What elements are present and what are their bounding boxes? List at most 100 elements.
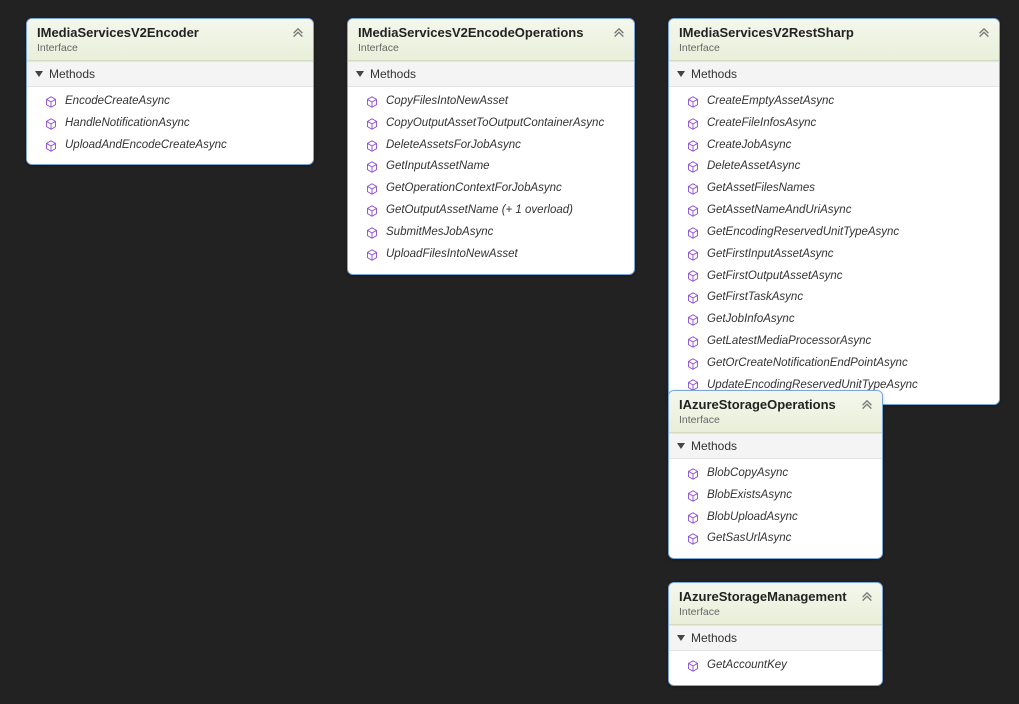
method-label: GetAccountKey <box>707 657 787 675</box>
method-label: CopyOutputAssetToOutputContainerAsync <box>386 115 604 133</box>
method-item[interactable]: GetEncodingReservedUnitTypeAsync <box>669 222 999 244</box>
method-item[interactable]: CopyFilesIntoNewAsset <box>348 91 634 113</box>
expand-triangle-icon <box>677 443 685 449</box>
chevron-up-icon[interactable] <box>291 27 305 41</box>
methods-section-header[interactable]: Methods <box>669 625 882 651</box>
method-cube-icon <box>45 96 57 108</box>
method-cube-icon <box>687 490 699 502</box>
method-label: DeleteAssetAsync <box>707 158 800 176</box>
method-item[interactable]: GetAccountKey <box>669 655 882 677</box>
method-item[interactable]: GetInputAssetName <box>348 156 634 178</box>
method-label: EncodeCreateAsync <box>65 93 170 111</box>
section-label: Methods <box>49 67 95 81</box>
chevron-up-icon[interactable] <box>612 27 626 41</box>
method-item[interactable]: CopyOutputAssetToOutputContainerAsync <box>348 113 634 135</box>
section-label: Methods <box>691 67 737 81</box>
class-card-storage-management[interactable]: IAzureStorageManagement Interface Method… <box>668 582 883 686</box>
method-item[interactable]: GetFirstOutputAssetAsync <box>669 266 999 288</box>
method-cube-icon <box>687 96 699 108</box>
method-label: HandleNotificationAsync <box>65 115 190 133</box>
card-title: IMediaServicesV2EncodeOperations <box>358 25 624 40</box>
chevron-up-icon[interactable] <box>860 399 874 413</box>
method-item[interactable]: GetAssetNameAndUriAsync <box>669 200 999 222</box>
method-item[interactable]: GetOrCreateNotificationEndPointAsync <box>669 353 999 375</box>
method-cube-icon <box>366 183 378 195</box>
methods-section-header[interactable]: Methods <box>348 61 634 87</box>
method-item[interactable]: HandleNotificationAsync <box>27 113 313 135</box>
method-label: BlobCopyAsync <box>707 465 788 483</box>
method-item[interactable]: CreateFileInfosAsync <box>669 113 999 135</box>
method-item[interactable]: GetFirstInputAssetAsync <box>669 244 999 266</box>
class-card-encoder[interactable]: IMediaServicesV2Encoder Interface Method… <box>26 18 314 165</box>
method-item[interactable]: BlobUploadAsync <box>669 507 882 529</box>
method-item[interactable]: GetFirstTaskAsync <box>669 287 999 309</box>
method-label: BlobExistsAsync <box>707 487 792 505</box>
method-item[interactable]: CreateJobAsync <box>669 135 999 157</box>
method-item[interactable]: GetOperationContextForJobAsync <box>348 178 634 200</box>
method-label: GetSasUrlAsync <box>707 530 791 548</box>
method-label: GetOutputAssetName (+ 1 overload) <box>386 202 573 220</box>
method-label: UploadFilesIntoNewAsset <box>386 246 518 264</box>
method-item[interactable]: GetAssetFilesNames <box>669 178 999 200</box>
method-label: BlobUploadAsync <box>707 509 798 527</box>
expand-triangle-icon <box>356 71 364 77</box>
method-cube-icon <box>687 118 699 130</box>
expand-triangle-icon <box>35 71 43 77</box>
method-cube-icon <box>687 249 699 261</box>
method-item[interactable]: BlobExistsAsync <box>669 485 882 507</box>
method-item[interactable]: EncodeCreateAsync <box>27 91 313 113</box>
method-cube-icon <box>687 140 699 152</box>
methods-section-header[interactable]: Methods <box>669 61 999 87</box>
method-cube-icon <box>687 314 699 326</box>
class-card-restsharp[interactable]: IMediaServicesV2RestSharp Interface Meth… <box>668 18 1000 405</box>
method-cube-icon <box>366 118 378 130</box>
class-card-storage-operations[interactable]: IAzureStorageOperations Interface Method… <box>668 390 883 559</box>
method-label: GetOperationContextForJobAsync <box>386 180 562 198</box>
methods-list: GetAccountKey <box>669 651 882 685</box>
method-item[interactable]: DeleteAssetsForJobAsync <box>348 135 634 157</box>
method-cube-icon <box>687 227 699 239</box>
card-header: IAzureStorageManagement Interface <box>669 583 882 625</box>
method-item[interactable]: GetOutputAssetName (+ 1 overload) <box>348 200 634 222</box>
method-item[interactable]: CreateEmptyAssetAsync <box>669 91 999 113</box>
method-item[interactable]: UploadAndEncodeCreateAsync <box>27 135 313 157</box>
method-item[interactable]: GetSasUrlAsync <box>669 528 882 550</box>
method-cube-icon <box>366 161 378 173</box>
method-item[interactable]: BlobCopyAsync <box>669 463 882 485</box>
method-item[interactable]: GetJobInfoAsync <box>669 309 999 331</box>
method-item[interactable]: UploadFilesIntoNewAsset <box>348 244 634 266</box>
method-item[interactable]: SubmitMesJobAsync <box>348 222 634 244</box>
card-header: IMediaServicesV2Encoder Interface <box>27 19 313 61</box>
method-label: CopyFilesIntoNewAsset <box>386 93 508 111</box>
chevron-up-icon[interactable] <box>860 591 874 605</box>
class-card-encode-operations[interactable]: IMediaServicesV2EncodeOperations Interfa… <box>347 18 635 275</box>
methods-list: CreateEmptyAssetAsync CreateFileInfosAsyn… <box>669 87 999 404</box>
methods-list: EncodeCreateAsync HandleNotificationAsync… <box>27 87 313 164</box>
method-item[interactable]: DeleteAssetAsync <box>669 156 999 178</box>
method-cube-icon <box>687 358 699 370</box>
method-cube-icon <box>366 140 378 152</box>
chevron-up-icon[interactable] <box>977 27 991 41</box>
method-label: GetFirstInputAssetAsync <box>707 246 834 264</box>
card-title: IMediaServicesV2Encoder <box>37 25 303 40</box>
card-title: IAzureStorageOperations <box>679 397 872 412</box>
method-label: CreateEmptyAssetAsync <box>707 93 834 111</box>
method-cube-icon <box>687 292 699 304</box>
method-label: GetJobInfoAsync <box>707 311 795 329</box>
method-item[interactable]: GetLatestMediaProcessorAsync <box>669 331 999 353</box>
method-label: GetLatestMediaProcessorAsync <box>707 333 871 351</box>
method-label: GetFirstOutputAssetAsync <box>707 268 843 286</box>
methods-section-header[interactable]: Methods <box>27 61 313 87</box>
section-label: Methods <box>691 631 737 645</box>
card-title: IAzureStorageManagement <box>679 589 872 604</box>
method-cube-icon <box>366 227 378 239</box>
method-cube-icon <box>45 140 57 152</box>
methods-list: BlobCopyAsync BlobExistsAsync BlobUploadAs… <box>669 459 882 558</box>
method-cube-icon <box>687 270 699 282</box>
card-stereotype: Interface <box>37 42 303 54</box>
method-label: GetAssetFilesNames <box>707 180 815 198</box>
method-cube-icon <box>687 161 699 173</box>
methods-section-header[interactable]: Methods <box>669 433 882 459</box>
card-title: IMediaServicesV2RestSharp <box>679 25 989 40</box>
card-header: IAzureStorageOperations Interface <box>669 391 882 433</box>
